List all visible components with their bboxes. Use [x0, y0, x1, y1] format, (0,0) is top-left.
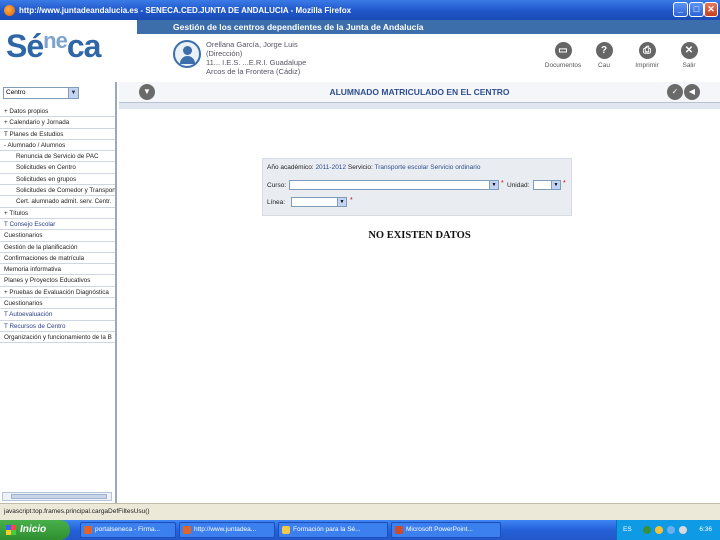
- sidebar-item[interactable]: T Autoevaluación: [0, 309, 115, 321]
- sidebar-subitem[interactable]: Cert. alumnado admit. serv. Centr.: [0, 196, 115, 208]
- minimize-icon[interactable]: _: [673, 2, 688, 17]
- documents-button[interactable]: ▭ Documentos: [541, 42, 585, 69]
- sidebar-subitem[interactable]: Solicitudes en Centro: [0, 162, 115, 174]
- sidebar-item[interactable]: T Planes de Estudios: [0, 129, 115, 140]
- user-role: (Dirección): [206, 49, 243, 58]
- sidebar-item[interactable]: Gestión de la planificación: [0, 242, 115, 253]
- windows-taskbar: Inicio portalseneca - Firma... http://ww…: [0, 520, 720, 540]
- sidebar-subitem[interactable]: Solicitudes en grupos: [0, 174, 115, 186]
- page-title: ALUMNADO MATRICULADO EN EL CENTRO: [329, 87, 510, 97]
- chevron-down-icon: ▼: [551, 181, 560, 189]
- sidebar: Centro ▼ + Datos propios + Calendario y …: [0, 82, 117, 503]
- sidebar-item[interactable]: + Datos propios: [0, 106, 115, 118]
- sidebar-item[interactable]: T Recursos de Centro: [0, 321, 115, 332]
- firefox-icon: [4, 4, 15, 16]
- window-icon: [183, 526, 191, 534]
- taskbar-item[interactable]: Formación para la Sé...: [278, 522, 388, 538]
- clock: 6:36: [699, 526, 712, 533]
- user-city: Arcos de la Frontera (Cádiz): [206, 67, 301, 76]
- network-icon[interactable]: [667, 526, 675, 534]
- user-name: Orellana García, Jorge Luis: [206, 40, 298, 49]
- sidebar-item[interactable]: Cuestionarios: [0, 230, 115, 242]
- academic-year-value[interactable]: 2011-2012: [315, 164, 346, 171]
- print-icon: ⎙: [638, 42, 656, 59]
- close-icon[interactable]: ✕: [704, 2, 718, 17]
- volume-icon[interactable]: [679, 526, 687, 534]
- sidebar-item[interactable]: Planes y Proyectos Educativos: [0, 275, 115, 287]
- help-icon: ?: [595, 42, 613, 59]
- documents-icon: ▭: [554, 42, 572, 59]
- browser-statusbar: javascript:top.frames.principal.cargaDef…: [0, 503, 720, 520]
- exit-icon: ✕: [680, 42, 698, 59]
- user-avatar-icon: [173, 40, 201, 68]
- window-titlebar[interactable]: http://www.juntadeandalucia.es - SENECA.…: [0, 0, 720, 20]
- required-mark: *: [350, 197, 353, 204]
- window-title: http://www.juntadeandalucia.es - SENECA.…: [19, 5, 352, 15]
- chevron-down-icon: ▼: [68, 88, 78, 98]
- seneca-logo: Séneca: [6, 28, 101, 64]
- service-transport-link[interactable]: Transporte escolar: [375, 164, 429, 171]
- sidebar-horizontal-scrollbar[interactable]: [2, 492, 112, 501]
- language-indicator[interactable]: ES: [623, 520, 632, 540]
- taskbar-item[interactable]: http://www.juntadea...: [179, 522, 275, 538]
- chevron-down-icon: ▼: [489, 181, 498, 189]
- header-band-title: Gestión de los centros dependientes de l…: [137, 20, 720, 34]
- start-button[interactable]: Inicio: [0, 520, 70, 540]
- course-select[interactable]: ▼: [289, 180, 499, 190]
- print-button[interactable]: ⎙ Imprimir: [625, 42, 669, 69]
- main-title-bar: ▼ ALUMNADO MATRICULADO EN EL CENTRO ✓ ◀: [119, 82, 720, 103]
- user-center: 11... I.E.S. ...E.R.I. Guadalupe: [206, 58, 307, 67]
- back-icon[interactable]: ◀: [684, 84, 700, 100]
- sidebar-item[interactable]: Cuestionarios: [0, 298, 115, 310]
- chevron-down-icon: ▼: [337, 198, 346, 206]
- folder-icon: [282, 526, 290, 534]
- profile-select[interactable]: Centro ▼: [3, 87, 79, 99]
- service-ordinary-link[interactable]: Servicio ordinario: [430, 164, 480, 171]
- required-mark: *: [501, 180, 504, 187]
- tray-app-icon[interactable]: [643, 526, 651, 534]
- help-button[interactable]: ? Cau: [582, 42, 626, 69]
- taskbar-item[interactable]: portalseneca - Firma...: [80, 522, 176, 538]
- app-header: Gestión de los centros dependientes de l…: [0, 20, 720, 82]
- window-icon: [84, 526, 92, 534]
- powerpoint-icon: [395, 526, 403, 534]
- filter-panel: Año académico: 2011-2012 Servicio: Trans…: [262, 158, 572, 216]
- unit-label: Unidad:: [507, 182, 530, 189]
- sidebar-subitem[interactable]: Solicitudes de Comedor y Transporte: [0, 185, 115, 197]
- required-mark: *: [563, 180, 566, 187]
- user-info: Orellana García, Jorge Luis (Dirección) …: [206, 40, 306, 76]
- sidebar-item[interactable]: - Alumnado / Alumnos: [0, 140, 115, 152]
- course-label: Curso:: [267, 182, 287, 189]
- scrollbar-thumb[interactable]: [11, 494, 107, 499]
- sidebar-item[interactable]: Memoria informativa: [0, 264, 115, 276]
- exit-button[interactable]: ✕ Salir: [667, 42, 711, 69]
- security-shield-icon[interactable]: [655, 526, 663, 534]
- sidebar-subitem[interactable]: Renuncia de Servicio de PAC: [0, 151, 115, 163]
- sidebar-menu: + Datos propios + Calendario y Jornada T…: [0, 106, 115, 344]
- taskbar-item[interactable]: Microsoft PowerPoint...: [391, 522, 501, 538]
- sidebar-item[interactable]: Organización y funcionamiento de la B: [0, 332, 115, 344]
- sidebar-item[interactable]: + Calendario y Jornada: [0, 117, 115, 129]
- system-tray: ES 6:36: [616, 520, 720, 540]
- route-label: Línea:: [267, 199, 286, 206]
- sidebar-item[interactable]: + Títulos: [0, 208, 115, 219]
- browser-window: http://www.juntadeandalucia.es - SENECA.…: [0, 0, 720, 540]
- unit-select[interactable]: ▼: [533, 180, 561, 190]
- maximize-icon[interactable]: □: [689, 2, 704, 17]
- title-separator: [119, 103, 720, 109]
- filter-row-year: Año académico: 2011-2012 Servicio: Trans…: [267, 164, 481, 171]
- sidebar-item[interactable]: T Consejo Escolar: [0, 219, 115, 231]
- route-select[interactable]: ▼: [291, 197, 347, 207]
- confirm-icon[interactable]: ✓: [667, 84, 683, 100]
- empty-message: NO EXISTEN DATOS: [368, 230, 471, 241]
- main-content: ▼ ALUMNADO MATRICULADO EN EL CENTRO ✓ ◀ …: [119, 82, 720, 503]
- sidebar-item[interactable]: + Pruebas de Evaluación Diagnóstica: [0, 287, 115, 299]
- sidebar-item[interactable]: Confirmaciones de matrícula: [0, 253, 115, 265]
